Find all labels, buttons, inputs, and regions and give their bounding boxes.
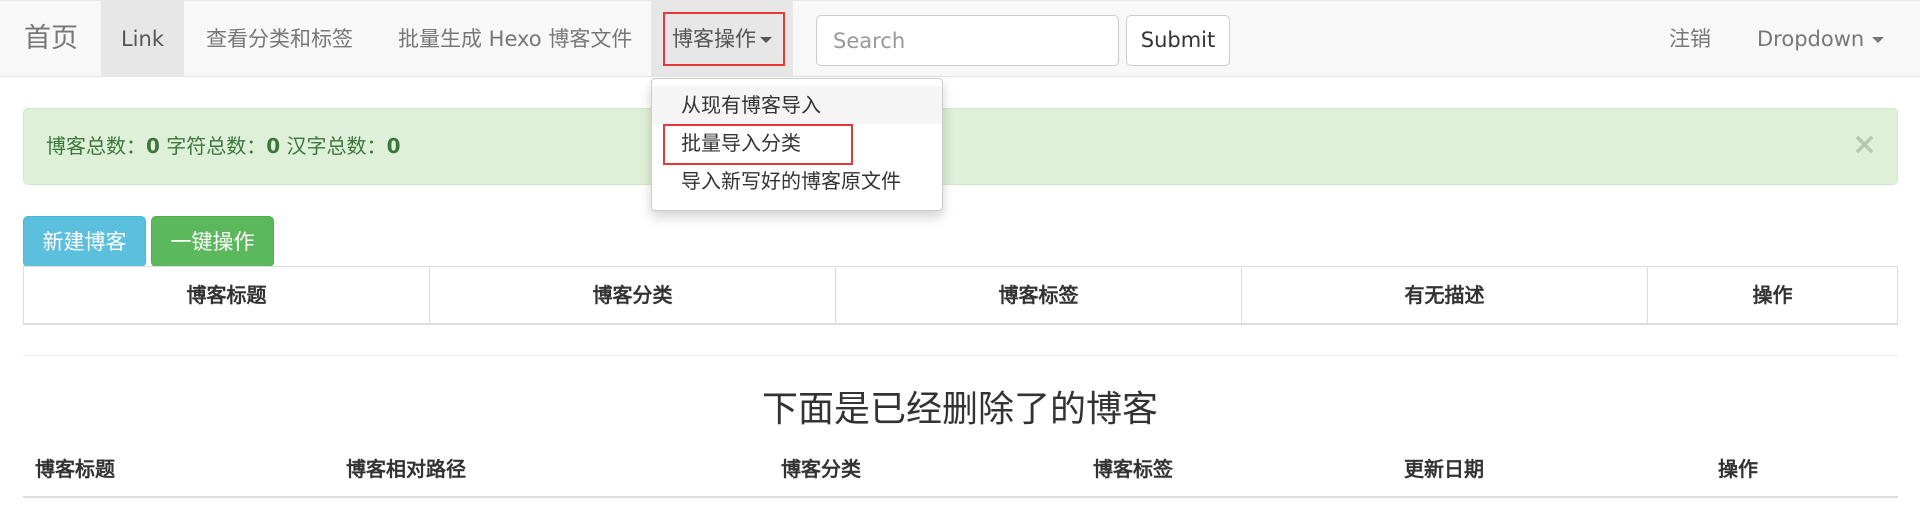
nav-logout[interactable]: 注销 [1669, 1, 1711, 77]
column-header-actions: 操作 [1752, 283, 1793, 307]
nav-batch-generate-hexo[interactable]: 批量生成 Hexo 博客文件 [398, 1, 632, 77]
stats-alert: 博客总数：0 字符总数：0 汉字总数：0 × [23, 108, 1898, 185]
total-hanzi-value: 0 [386, 134, 401, 158]
search-input[interactable] [816, 15, 1119, 66]
nav-dropdown[interactable]: Dropdown [1757, 1, 1885, 77]
caret-down-icon [760, 37, 772, 43]
navbar: 首页 Link 查看分类和标签 批量生成 Hexo 博客文件 博客操作 Subm… [0, 0, 1920, 77]
menu-item-batch-import-categories[interactable]: 批量导入分类 [652, 124, 942, 162]
column-header-title: 博客标题 [35, 457, 115, 481]
nav-blog-operations-dropdown[interactable]: 博客操作 [651, 1, 793, 77]
column-header-update-date: 更新日期 [1404, 457, 1484, 481]
menu-item-import-existing[interactable]: 从现有博客导入 [652, 86, 942, 124]
divider [23, 355, 1898, 356]
column-header-title: 博客标题 [24, 267, 430, 323]
column-header-category: 博客分类 [781, 457, 861, 481]
one-click-operation-button[interactable]: 一键操作 [151, 216, 274, 267]
nav-blog-operations-label: 博客操作 [672, 27, 756, 51]
column-header-tags: 博客标签 [1093, 457, 1173, 481]
total-chars-value: 0 [266, 134, 281, 158]
blog-table-header: 博客标题 博客分类 博客标签 有无描述 操作 [23, 266, 1898, 325]
column-header-tags: 博客标签 [836, 267, 1242, 323]
brand-home-link[interactable]: 首页 [24, 1, 78, 77]
nav-link[interactable]: Link [101, 1, 184, 77]
deleted-blogs-heading: 下面是已经删除了的博客 [761, 389, 1158, 430]
total-hanzi-label: 汉字总数： [280, 134, 387, 158]
blog-operations-menu: 从现有博客导入 批量导入分类 导入新写好的博客原文件 [651, 78, 943, 211]
total-blogs-value: 0 [146, 134, 160, 158]
nav-dropdown-label: Dropdown [1757, 27, 1865, 51]
new-blog-button[interactable]: 新建博客 [23, 216, 146, 267]
deleted-blog-table-header: 博客标题 博客相对路径 博客分类 博客标签 更新日期 操作 [23, 443, 1898, 498]
column-header-category: 博客分类 [430, 267, 836, 323]
column-header-description: 有无描述 [1242, 267, 1648, 323]
close-icon[interactable]: × [1852, 109, 1877, 181]
total-blogs-label: 博客总数： [46, 134, 146, 158]
column-header-relative-path: 博客相对路径 [346, 457, 466, 481]
total-chars-label: 字符总数： [159, 134, 267, 158]
column-header-actions: 操作 [1718, 457, 1758, 481]
caret-down-icon [1872, 37, 1885, 43]
submit-button[interactable]: Submit [1126, 15, 1230, 66]
menu-item-import-new-source[interactable]: 导入新写好的博客原文件 [652, 162, 942, 200]
nav-view-categories-tags[interactable]: 查看分类和标签 [206, 1, 353, 77]
